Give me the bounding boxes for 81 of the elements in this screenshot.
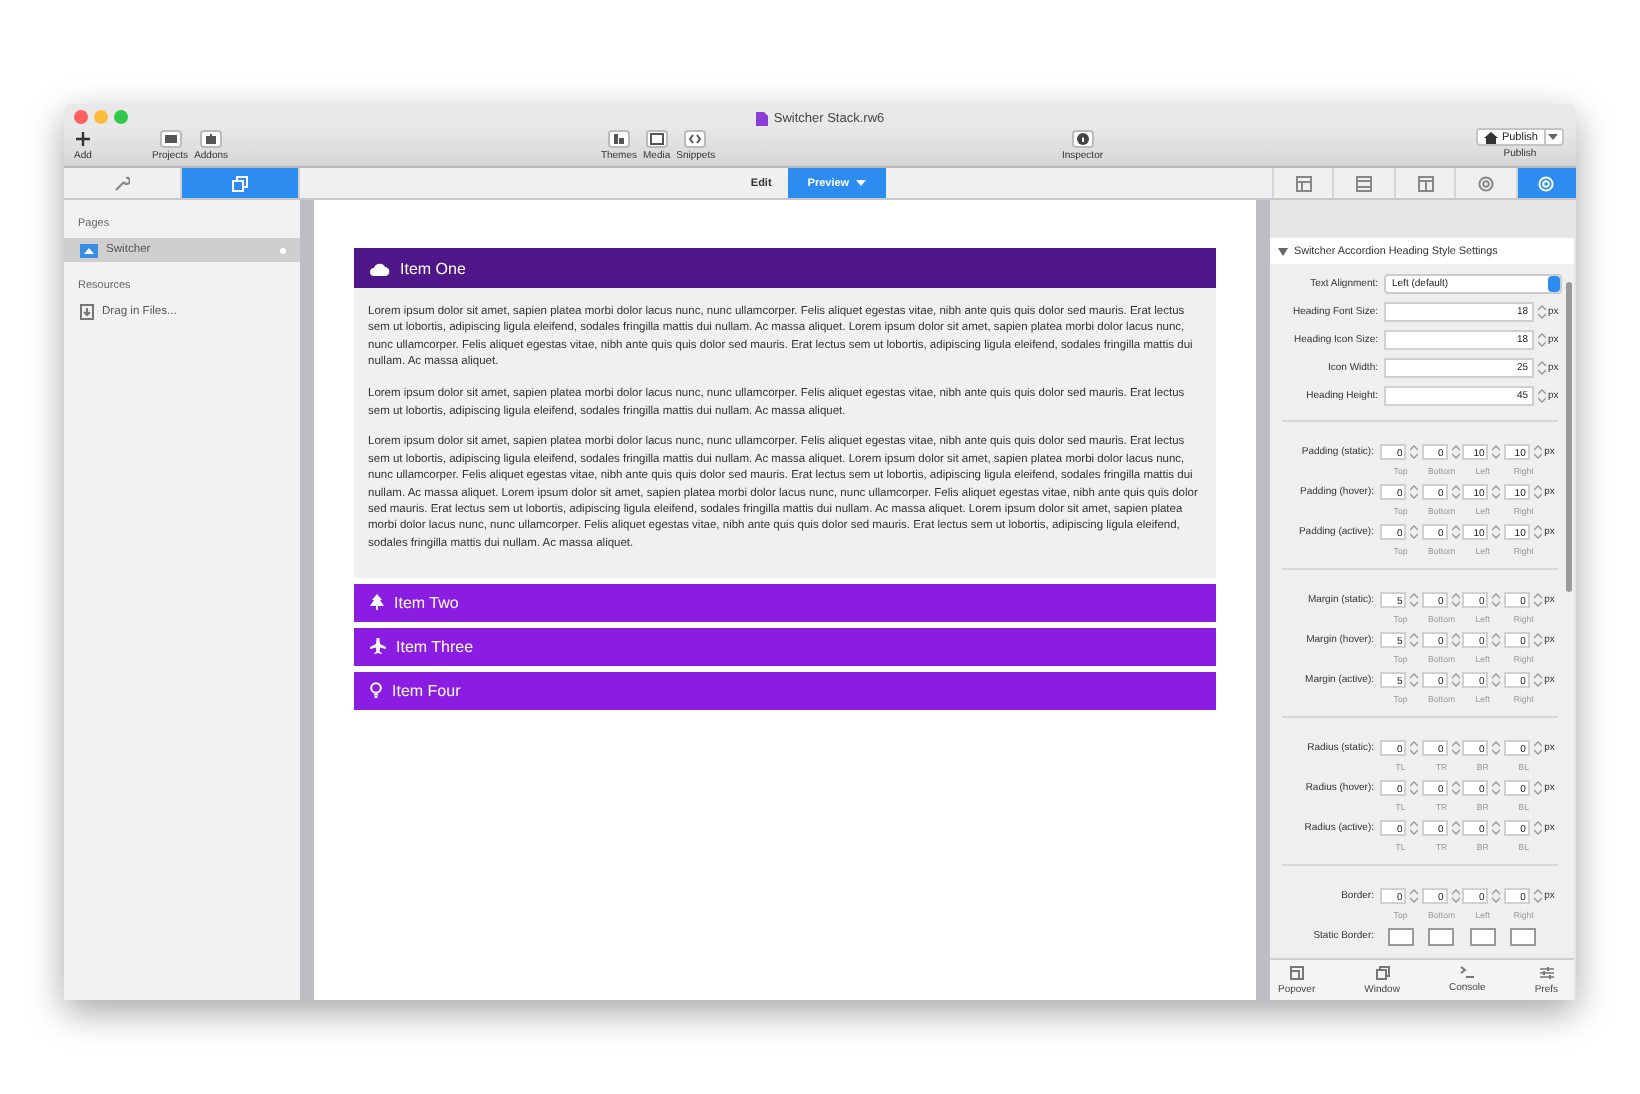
- stepper-icon[interactable]: [1492, 672, 1501, 688]
- status-dot: [280, 247, 286, 253]
- accordion-heading[interactable]: Item One: [354, 248, 1216, 288]
- terminal-icon: [1460, 966, 1475, 978]
- stepper-icon[interactable]: [1538, 388, 1546, 404]
- stepper-icon[interactable]: [1533, 524, 1542, 540]
- stepper-icon[interactable]: [1533, 632, 1542, 648]
- stepper-icon[interactable]: [1451, 592, 1460, 608]
- layout-icon: [1417, 175, 1434, 191]
- stepper-icon[interactable]: [1492, 780, 1501, 796]
- close-button[interactable]: [74, 110, 88, 124]
- stepper-icon[interactable]: [1410, 632, 1419, 648]
- stepper-icon[interactable]: [1410, 888, 1419, 904]
- house-icon: [1483, 131, 1498, 143]
- stepper-icon[interactable]: [1410, 444, 1419, 460]
- border-style-swatch[interactable]: [1510, 927, 1537, 945]
- stepper-icon[interactable]: [1451, 672, 1460, 688]
- stepper-icon[interactable]: [1533, 820, 1542, 836]
- stepper-icon[interactable]: [1451, 740, 1460, 756]
- stepper-icon[interactable]: [1410, 780, 1419, 796]
- stepper-icon[interactable]: [1451, 484, 1460, 500]
- stepper-icon[interactable]: [1410, 820, 1419, 836]
- layout-icon: [1295, 175, 1312, 191]
- stepper-icon[interactable]: [1533, 484, 1542, 500]
- stepper-icon[interactable]: [1492, 888, 1501, 904]
- stepper-icon[interactable]: [1492, 740, 1501, 756]
- accordion-heading[interactable]: Item Two: [354, 583, 1216, 622]
- page-icon: [80, 243, 98, 257]
- stepper-icon[interactable]: [1451, 524, 1460, 540]
- stepper-icon[interactable]: [1492, 592, 1501, 608]
- stepper-icon[interactable]: [1533, 740, 1542, 756]
- plus-icon: [74, 129, 92, 147]
- scrollbar[interactable]: [1566, 282, 1572, 592]
- stepper-icon[interactable]: [1533, 444, 1542, 460]
- stepper-icon[interactable]: [1533, 888, 1542, 904]
- caret-icon: [1548, 134, 1559, 140]
- accordion-heading[interactable]: Item Four: [354, 671, 1216, 710]
- stepper-icon[interactable]: [1451, 888, 1460, 904]
- wrench-icon: [114, 175, 130, 191]
- stepper-icon[interactable]: [1410, 524, 1419, 540]
- stepper-icon[interactable]: [1492, 484, 1501, 500]
- stepper-icon[interactable]: [1533, 672, 1542, 688]
- border-style-swatch[interactable]: [1428, 927, 1455, 945]
- minimize-button[interactable]: [94, 110, 108, 124]
- stepper-icon[interactable]: [1410, 740, 1419, 756]
- stepper-icon[interactable]: [1451, 820, 1460, 836]
- stepper-icon[interactable]: [1451, 444, 1460, 460]
- airplane-icon: [370, 638, 386, 655]
- pages-icon: [232, 175, 248, 191]
- stepper-icon[interactable]: [1538, 332, 1546, 348]
- stepper-icon[interactable]: [1538, 304, 1546, 320]
- stepper-icon[interactable]: [1492, 444, 1501, 460]
- stepper-icon[interactable]: [1533, 780, 1542, 796]
- sliders-icon: [1539, 966, 1554, 980]
- stepper-icon[interactable]: [1492, 820, 1501, 836]
- stepper-icon[interactable]: [1451, 632, 1460, 648]
- popover-icon: [1289, 966, 1304, 980]
- layout-icon: [1356, 175, 1373, 191]
- download-icon: [80, 304, 94, 320]
- window-icon: [1375, 966, 1390, 980]
- stepper-icon[interactable]: [1492, 524, 1501, 540]
- stepper-icon[interactable]: [1410, 672, 1419, 688]
- zoom-button[interactable]: [114, 110, 128, 124]
- sidebar-tab[interactable]: [182, 168, 300, 198]
- disclosure-triangle-icon: [1278, 247, 1288, 255]
- accordion-heading[interactable]: Item Three: [354, 627, 1216, 666]
- tree-icon: [370, 594, 384, 611]
- stepper-icon[interactable]: [1492, 632, 1501, 648]
- document-icon: [755, 111, 768, 125]
- border-style-swatch[interactable]: [1469, 927, 1496, 945]
- dropdown-arrows-icon: [1548, 276, 1560, 292]
- lightbulb-icon: [370, 682, 382, 699]
- stepper-icon[interactable]: [1533, 592, 1542, 608]
- stepper-icon[interactable]: [1451, 780, 1460, 796]
- border-style-swatch[interactable]: [1387, 927, 1414, 945]
- stepper-icon[interactable]: [1410, 484, 1419, 500]
- caret-icon: [855, 180, 866, 186]
- cloud-icon: [370, 261, 390, 275]
- inspector-tab[interactable]: [1515, 168, 1576, 198]
- stepper-icon[interactable]: [1538, 360, 1546, 376]
- stepper-icon[interactable]: [1410, 592, 1419, 608]
